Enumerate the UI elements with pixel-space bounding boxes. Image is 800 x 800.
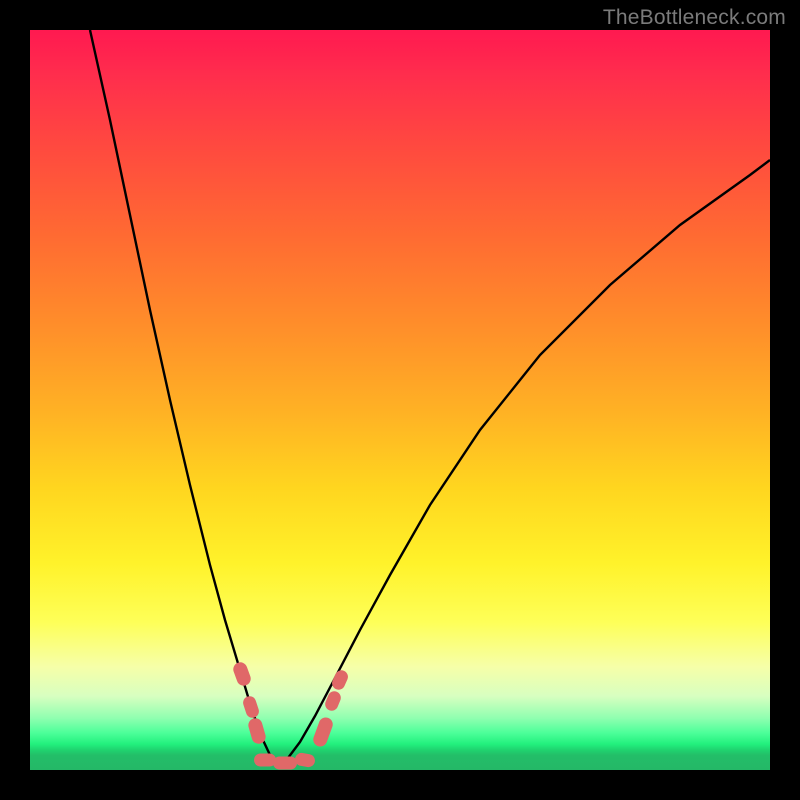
bottleneck-marker — [294, 752, 316, 768]
bottleneck-marker — [330, 668, 350, 692]
bottleneck-marker — [254, 754, 276, 767]
outer-frame: TheBottleneck.com — [0, 0, 800, 800]
watermark-text: TheBottleneck.com — [603, 6, 786, 30]
plot-area — [30, 30, 770, 770]
bottleneck-curve — [30, 30, 770, 770]
bottleneck-marker — [241, 695, 260, 720]
bottleneck-marker — [273, 757, 297, 770]
bottleneck-marker — [311, 716, 334, 749]
bottleneck-marker — [231, 660, 252, 687]
